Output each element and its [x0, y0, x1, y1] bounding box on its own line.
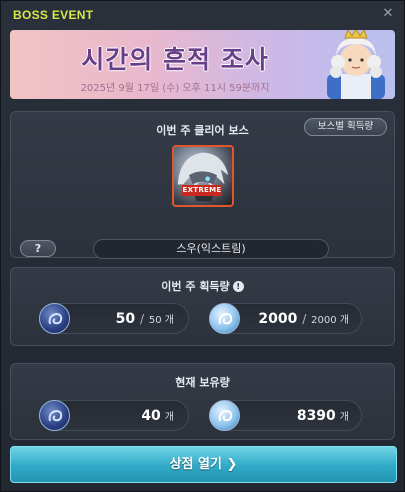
weekly-gain-label: 이번 주 획득량 — [161, 280, 230, 293]
weekly-light-slot: 2000 / 2000 개 — [209, 303, 362, 334]
weekly-blue-sep: / — [139, 312, 145, 326]
weekly-gain-panel: 이번 주 획득량! 50 / 50 개 2000 / 2000 개 — [10, 267, 395, 346]
banner-date: 2025년 9월 17일 (수) 오후 11시 59분까지 — [80, 83, 270, 94]
info-icon[interactable]: ! — [232, 281, 244, 292]
weekly-blue-slot: 50 / 50 개 — [39, 303, 189, 334]
holding-light-unit: 개 — [339, 412, 349, 423]
holding-blue-value: 40 — [141, 408, 161, 424]
boss-name-field: 스우(익스트림) — [93, 239, 329, 259]
light-trace-coin-icon — [209, 303, 240, 334]
window-title: BOSS EVENT — [13, 8, 94, 22]
weekly-blue-current: 50 — [115, 311, 136, 327]
cleared-boss-panel: 이번 주 클리어 보스 보스별 획득량 EXTREME ? 스우(익스트림) — [10, 111, 395, 259]
close-icon[interactable]: ✕ — [380, 6, 396, 22]
event-banner: 시간의 흔적 조사 2025년 9월 17일 (수) 오후 11시 59분까지 — [10, 30, 395, 99]
blue-trace-coin-icon — [39, 303, 70, 334]
weekly-light-amount: 2000 / 2000 개 — [258, 311, 349, 329]
weekly-light-sep: / — [302, 312, 307, 326]
boss-portrait[interactable]: EXTREME — [172, 145, 234, 207]
weekly-light-current: 2000 — [258, 311, 298, 327]
boss-face-icon — [177, 152, 229, 202]
light-trace-coin-icon — [209, 400, 240, 431]
current-holding-panel: 현재 보유량 40 개 8390 개 — [10, 363, 395, 440]
extreme-badge: EXTREME — [182, 185, 222, 196]
holding-light-value: 8390 — [296, 408, 336, 424]
per-boss-rewards-button[interactable]: 보스별 획득량 — [304, 118, 387, 136]
banner-title: 시간의 흔적 조사 — [81, 45, 269, 74]
queen-character-icon — [327, 30, 385, 99]
title-bar: BOSS EVENT ✕ — [1, 1, 404, 29]
holding-light-slot: 8390 개 — [209, 400, 362, 431]
holding-light-amount: 8390 개 — [297, 408, 349, 426]
weekly-blue-amount: 50 / 50 개 — [116, 311, 174, 329]
blue-trace-coin-icon — [39, 400, 70, 431]
holding-blue-amount: 40 개 — [141, 408, 174, 426]
weekly-light-max: 2000 개 — [311, 315, 349, 326]
holding-blue-unit: 개 — [164, 412, 174, 423]
help-button[interactable]: ? — [20, 240, 56, 257]
current-holding-title: 현재 보유량 — [175, 376, 230, 389]
weekly-gain-title: 이번 주 획득량! — [11, 278, 394, 294]
weekly-blue-max: 50 개 — [148, 315, 174, 326]
boss-event-window: BOSS EVENT ✕ 시간의 흔적 조사 2025년 9월 17일 (수) … — [0, 0, 405, 492]
open-shop-button[interactable]: 상점 열기 ❯ — [10, 446, 397, 483]
holding-blue-slot: 40 개 — [39, 400, 189, 431]
